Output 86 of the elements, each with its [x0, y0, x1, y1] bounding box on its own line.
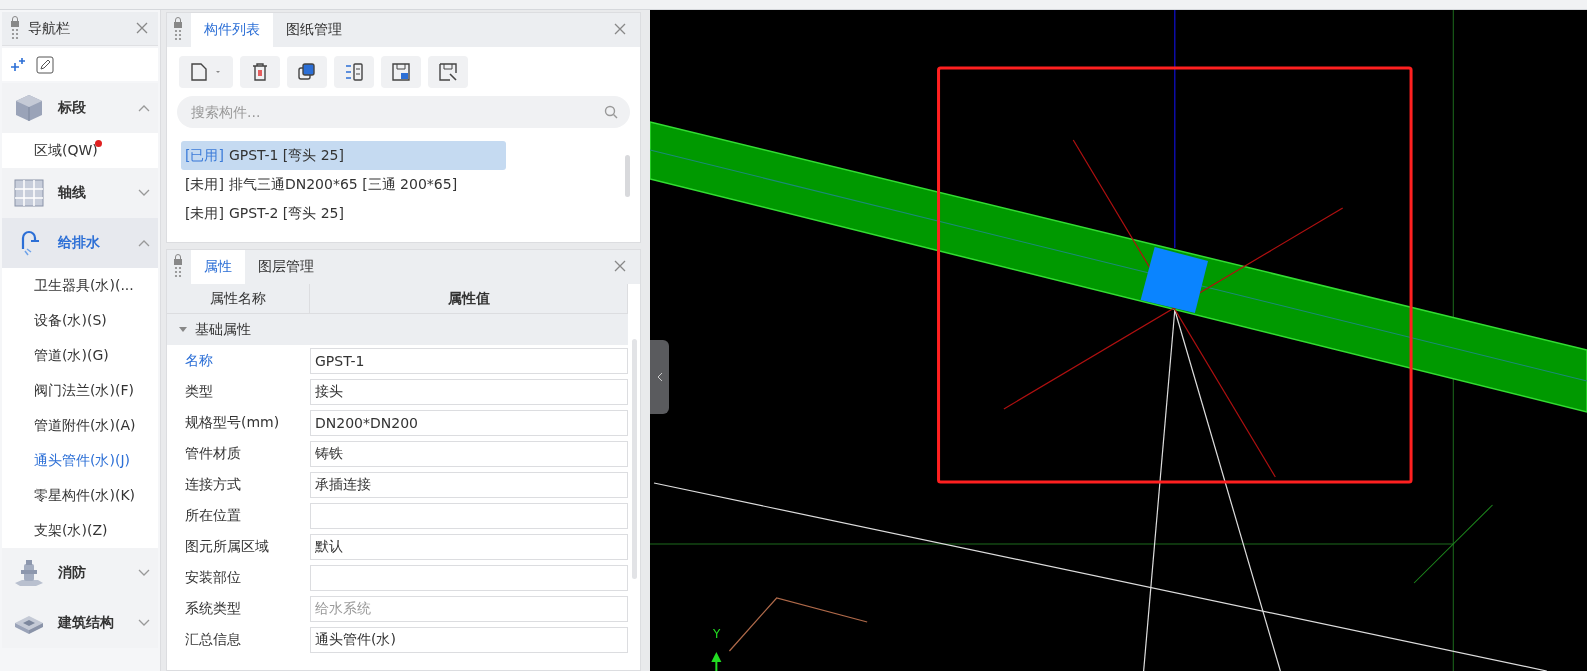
layer-button[interactable]	[334, 56, 374, 88]
component-item[interactable]: [未用] 排气三通DN200*65 [三通 200*65]	[181, 170, 625, 199]
axis-label: Y	[713, 627, 721, 641]
property-name: 管件材质	[184, 444, 242, 463]
property-value-field[interactable]: DN200*DN200	[310, 409, 628, 436]
export-icon	[438, 62, 458, 82]
property-name: 图元所属区域	[184, 537, 270, 556]
lock-grip-icon	[10, 15, 20, 42]
close-icon	[614, 260, 626, 272]
copy-icon	[297, 62, 317, 82]
new-button[interactable]	[179, 56, 233, 88]
close-icon	[136, 21, 148, 34]
tab[interactable]: 图层管理	[245, 250, 327, 284]
property-value-field[interactable]: 铸铁	[310, 440, 628, 467]
property-name: 连接方式	[184, 475, 242, 494]
caret-icon	[179, 326, 187, 333]
property-value-field[interactable]: 默认	[310, 533, 628, 560]
column-header: 属性值	[310, 284, 628, 313]
hydrant-icon	[14, 559, 44, 587]
copy-button[interactable]	[287, 56, 327, 88]
search-field[interactable]: 搜索构件...	[177, 96, 630, 128]
chevron-icon	[138, 619, 150, 627]
property-value-field[interactable]: 通头管件(水)	[310, 626, 628, 653]
pipe-fitting[interactable]	[1140, 247, 1208, 313]
nav-item[interactable]: 管道附件(水)(A)	[2, 408, 158, 443]
search-input[interactable]: 搜索构件...	[189, 103, 604, 121]
chevron-icon	[138, 239, 150, 247]
nav-item[interactable]: 零星构件(水)(K)	[2, 478, 158, 513]
nav-item[interactable]: 阀门法兰(水)(F)	[2, 373, 158, 408]
close-icon	[614, 23, 626, 35]
list-icon	[344, 62, 364, 82]
property-name: 所在位置	[184, 506, 242, 525]
drawing-viewport[interactable]: Y	[650, 10, 1587, 671]
nav-item[interactable]: 设备(水)(S)	[2, 303, 158, 338]
cube-icon	[14, 94, 44, 122]
delete-button[interactable]	[240, 56, 280, 88]
property-value-field[interactable]	[310, 502, 628, 529]
property-name: 名称	[184, 351, 214, 370]
chevron-left-icon	[656, 372, 663, 382]
component-item[interactable]: [未用] GPST-2 [弯头 25]	[181, 199, 625, 228]
property-name: 汇总信息	[184, 630, 242, 649]
pipe-drawing[interactable]	[650, 121, 1587, 413]
property-name: 系统类型	[184, 599, 242, 618]
grid-icon	[14, 179, 44, 207]
nav-section[interactable]: 给排水	[2, 218, 158, 268]
export-button[interactable]	[428, 56, 468, 88]
tab[interactable]: 属性	[191, 250, 245, 284]
y-axis-arrow	[711, 652, 722, 671]
tab[interactable]: 构件列表	[191, 13, 273, 47]
nav-item[interactable]: 管道(水)(G)	[2, 338, 158, 373]
lock-grip-icon	[173, 254, 183, 280]
component-item[interactable]: [已用] GPST-1 [弯头 25]	[181, 141, 506, 170]
collapse-handle[interactable]	[650, 340, 669, 414]
save-icon	[391, 62, 411, 82]
nav-item[interactable]: 通头管件(水)(J)	[2, 443, 158, 478]
panel-title: 导航栏	[28, 19, 71, 38]
nav-item[interactable]: 区域(QW)	[2, 133, 158, 168]
nav-item[interactable]: 支架(水)(Z)	[2, 513, 158, 548]
new-document-icon	[189, 62, 223, 82]
property-name: 安装部位	[184, 568, 242, 587]
sparkle-button[interactable]	[10, 56, 26, 73]
trash-icon	[251, 62, 269, 82]
chevron-icon	[138, 189, 150, 197]
column-header: 属性名称	[167, 284, 310, 313]
close-button[interactable]	[614, 260, 628, 274]
property-name: 类型	[184, 382, 214, 401]
nav-item[interactable]: 卫生器具(水)(...	[2, 268, 158, 303]
edit-icon	[36, 55, 54, 74]
chevron-icon	[138, 104, 150, 112]
property-group[interactable]: 基础属性	[167, 314, 628, 345]
scrollbar[interactable]	[631, 339, 637, 579]
close-button[interactable]	[614, 23, 628, 37]
property-name: 规格型号(mm)	[184, 413, 281, 432]
save-button[interactable]	[381, 56, 421, 88]
chevron-icon	[138, 569, 150, 577]
close-button[interactable]	[136, 21, 150, 36]
tab[interactable]: 图纸管理	[273, 13, 355, 47]
property-value-field[interactable]: GPST-1	[310, 347, 628, 374]
lock-grip-icon	[173, 17, 183, 43]
search-icon	[604, 105, 618, 119]
sparkle-icon	[10, 56, 26, 73]
property-value-field[interactable]: 承插连接	[310, 471, 628, 498]
scrollbar[interactable]	[625, 155, 630, 197]
property-value-field[interactable]: 接头	[310, 378, 628, 405]
property-value-field[interactable]	[310, 564, 628, 591]
edit-button[interactable]	[36, 55, 54, 74]
